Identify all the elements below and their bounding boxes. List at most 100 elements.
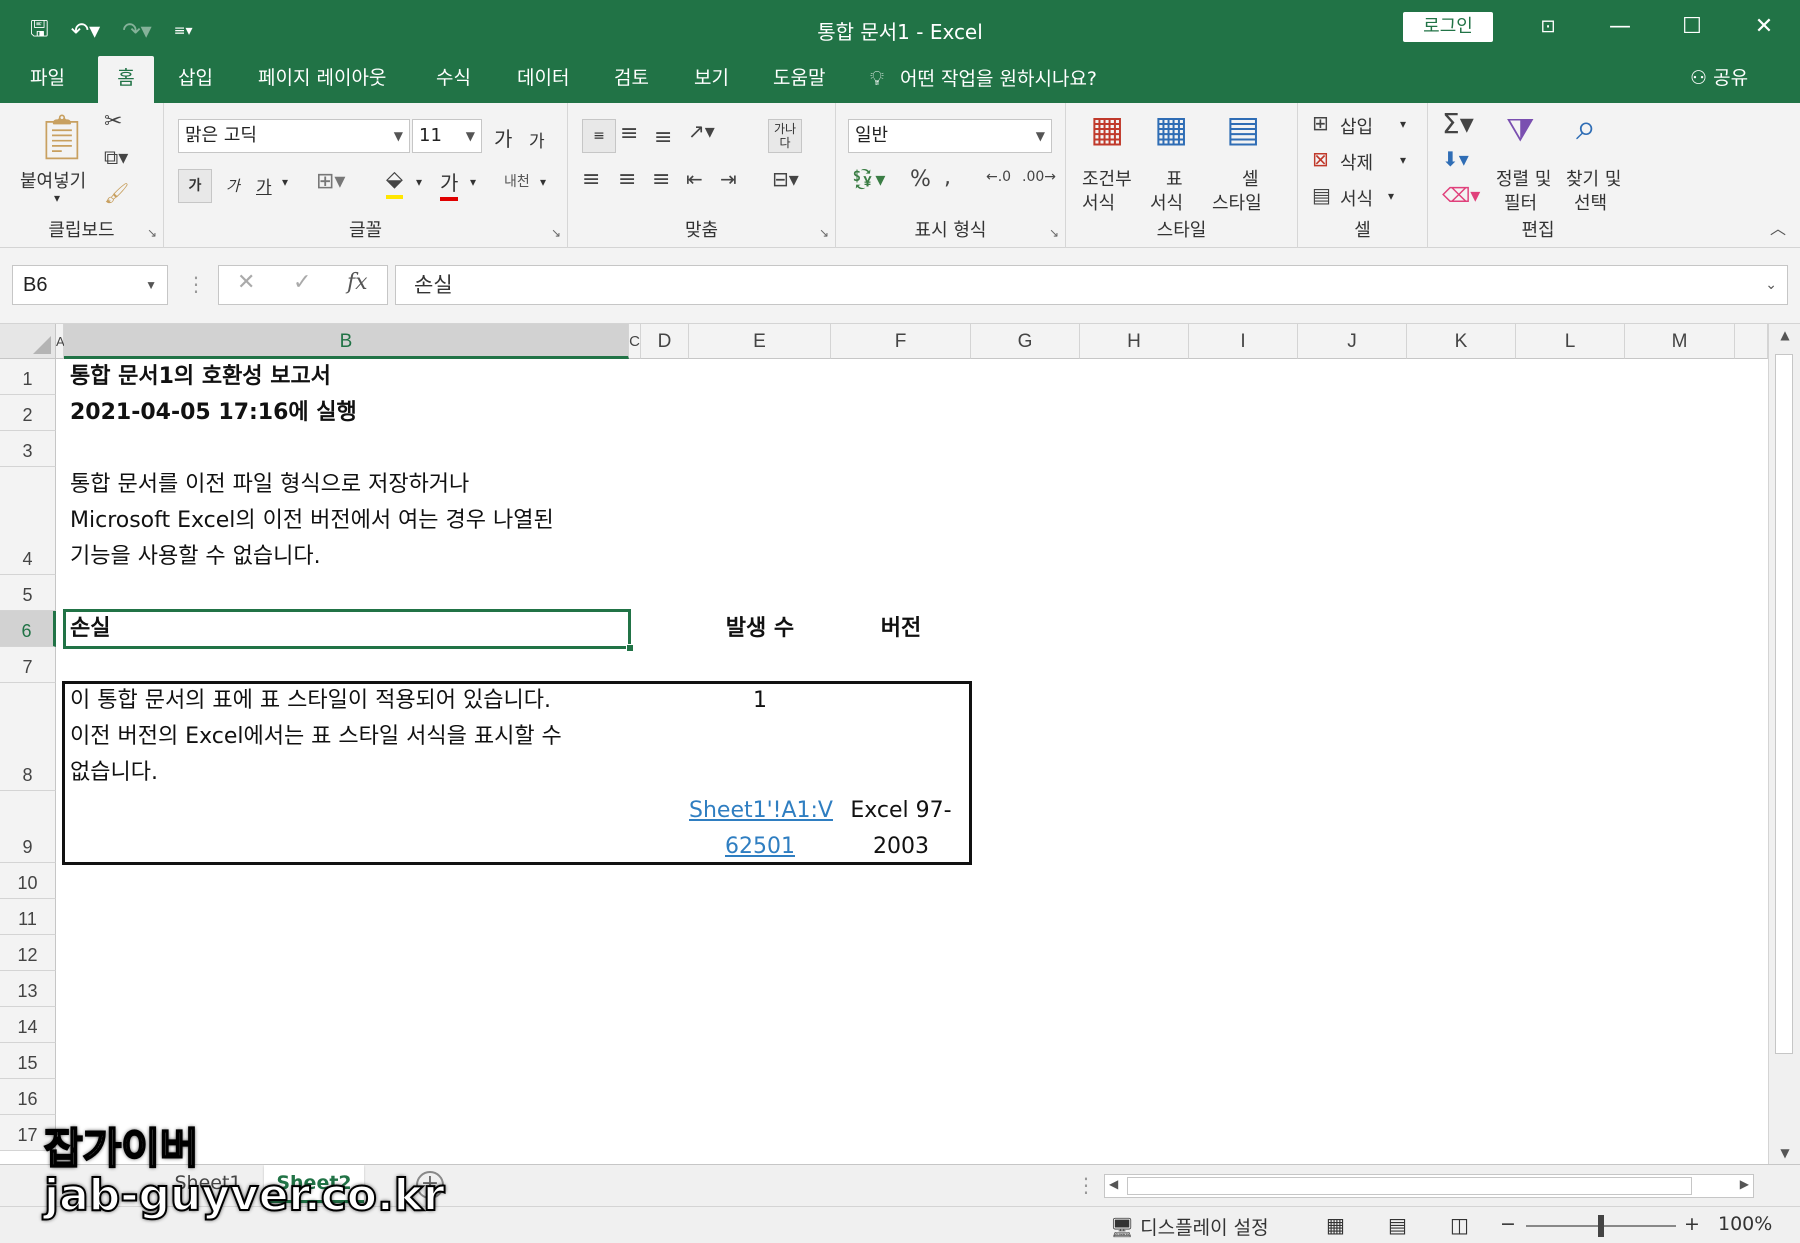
tab-view[interactable]: 보기 [694,56,729,103]
row-header-2[interactable]: 2 [0,395,56,431]
font-color-button[interactable]: 가 [440,169,459,201]
column-header-b[interactable]: B [64,324,629,359]
conditional-formatting-label-1[interactable]: 조건부 [1082,165,1132,191]
sort-filter-label-1[interactable]: 정렬 및 [1496,165,1551,191]
number-launcher-icon[interactable]: ↘ [1049,226,1059,240]
format-painter-icon[interactable]: 🖌︎ [104,181,129,205]
row-header-11[interactable]: 11 [0,899,56,935]
select-all-button[interactable] [0,324,56,359]
cut-icon[interactable]: ✂ [104,109,122,134]
tab-page-layout[interactable]: 페이지 레이아웃 [258,56,386,103]
row-header-8[interactable]: 8 [0,683,56,791]
accounting-format-icon[interactable]: 💱︎▾ [850,167,885,191]
cancel-icon[interactable]: ✕ [237,270,255,295]
cell-styles-label-2[interactable]: 스타일 [1212,189,1262,215]
chevron-down-icon[interactable]: ▾ [1388,189,1394,203]
column-header-k[interactable]: K [1407,324,1516,359]
redo-icon[interactable]: ↷▾ [122,19,151,44]
cell-f9-line1[interactable]: Excel 97- [831,793,971,829]
find-select-icon[interactable]: ⌕ [1576,107,1596,149]
shrink-font-button[interactable]: 가 [529,127,545,152]
format-cells-label[interactable]: 서식 [1340,185,1373,211]
fill-icon[interactable]: ⬇▾ [1442,147,1469,171]
font-color-dropdown-icon[interactable]: ▾ [470,175,476,189]
tab-help[interactable]: 도움말 [773,56,825,103]
conditional-formatting-icon[interactable]: ▦ [1090,109,1124,150]
percent-icon[interactable]: % [910,167,931,192]
format-as-table-icon[interactable]: ▦ [1154,109,1188,150]
fill-color-icon[interactable]: ⬙ [386,167,403,199]
cell-e8[interactable]: 1 [689,683,831,719]
worksheet-grid[interactable]: A B C D E F G H I J K L M 1 2 3 4 5 6 7 … [0,324,1800,1164]
scroll-right-icon[interactable]: ▶ [1740,1177,1749,1191]
row-header-14[interactable]: 14 [0,1007,56,1043]
page-break-preview-icon[interactable]: ◫ [1450,1213,1469,1237]
display-settings-button[interactable]: 🖥︎ 디스플레이 설정 [1110,1213,1269,1240]
close-button[interactable]: ✕ [1728,0,1800,56]
column-header-d[interactable]: D [641,324,689,359]
cell-e9-link-line1[interactable]: Sheet1'!A1:V [689,793,833,829]
row-header-1[interactable]: 1 [0,359,56,395]
cell-f9-line2[interactable]: 2003 [831,829,971,865]
conditional-formatting-label-2[interactable]: 서식 [1082,189,1115,215]
bold-button[interactable]: 가 [178,169,212,203]
cell-b4-line1[interactable]: 통합 문서를 이전 파일 형식으로 저장하거나 [70,467,469,503]
wrap-text-button[interactable]: 가나다 [768,119,802,153]
column-header-f[interactable]: F [831,324,971,359]
cell-e9-link-line2[interactable]: 62501 [689,829,831,865]
grow-font-button[interactable]: 가 [494,123,512,152]
alignment-launcher-icon[interactable]: ↘ [819,226,829,240]
cell-b8-line1[interactable]: 이 통합 문서의 표에 표 스타일이 적용되어 있습니다. [70,683,551,719]
share-button[interactable]: ⚇ 공유 [1690,56,1748,103]
format-cells-icon[interactable]: ▤ [1312,183,1331,207]
insert-cells-label[interactable]: 삽입 [1340,113,1373,139]
align-bottom-icon[interactable]: ≡ [654,125,672,150]
fill-handle[interactable] [626,644,634,652]
name-box[interactable]: B6 ▼ [12,265,168,305]
orientation-icon[interactable]: ↗▾ [688,119,715,143]
scroll-down-icon[interactable]: ▼ [1769,1146,1800,1160]
cell-b4-line3[interactable]: 기능을 사용할 수 없습니다. [70,539,321,575]
align-middle-icon[interactable]: ≡ [620,121,638,146]
chevron-down-icon[interactable]: ▾ [1400,117,1406,131]
increase-decimal-icon[interactable]: ←.0 [986,169,1011,185]
cell-f6[interactable]: 버전 [831,611,971,647]
format-as-table-label-1[interactable]: 표 [1166,165,1183,191]
formula-input[interactable]: 손실 ⌄ [395,265,1788,305]
underline-dropdown-icon[interactable]: ▾ [282,175,288,189]
find-select-label-1[interactable]: 찾기 및 [1566,165,1621,191]
row-header-9[interactable]: 9 [0,791,56,863]
align-left-icon[interactable]: ≡ [582,167,600,192]
row-header-3[interactable]: 3 [0,431,56,467]
clipboard-launcher-icon[interactable]: ↘ [147,226,157,240]
row-header-4[interactable]: 4 [0,467,56,575]
insert-function-icon[interactable]: fx [347,270,368,295]
cell-b4-line2[interactable]: Microsoft Excel의 이전 버전에서 여는 경우 나열된 [70,503,554,539]
tab-data[interactable]: 데이터 [517,56,569,103]
column-header-i[interactable]: I [1189,324,1298,359]
horizontal-scroll-thumb[interactable] [1127,1177,1692,1195]
formula-bar-grip-icon[interactable]: ⋮ [186,272,206,296]
undo-icon[interactable]: ↶▾ [71,19,100,44]
align-right-icon[interactable]: ≡ [652,167,670,192]
comma-style-icon[interactable]: , [944,165,951,190]
font-size-combo[interactable]: 11 ▼ [412,119,482,153]
tab-insert[interactable]: 삽입 [178,56,213,103]
fill-color-dropdown-icon[interactable]: ▾ [416,175,422,189]
format-as-table-label-2[interactable]: 서식 [1150,189,1183,215]
decrease-indent-icon[interactable]: ⇤ [686,167,703,191]
sort-filter-label-2[interactable]: 필터 [1504,189,1537,215]
decrease-decimal-icon[interactable]: .00→ [1022,169,1056,185]
column-header-a[interactable]: A [56,324,65,359]
tab-review[interactable]: 검토 [614,56,649,103]
tell-me-box[interactable]: 💡︎ 어떤 작업을 원하시나요? [870,56,1097,103]
row-header-7[interactable]: 7 [0,647,56,683]
ribbon-display-options-icon[interactable]: ⊡ [1512,0,1584,56]
increase-indent-icon[interactable]: ⇥ [720,167,737,191]
expand-formula-bar-icon[interactable]: ⌄ [1765,266,1777,304]
number-format-combo[interactable]: 일반 ▼ [848,119,1052,153]
minimize-button[interactable]: — [1584,0,1656,56]
tab-formulas[interactable]: 수식 [436,56,471,103]
row-header-5[interactable]: 5 [0,575,56,611]
row-header-10[interactable]: 10 [0,863,56,899]
